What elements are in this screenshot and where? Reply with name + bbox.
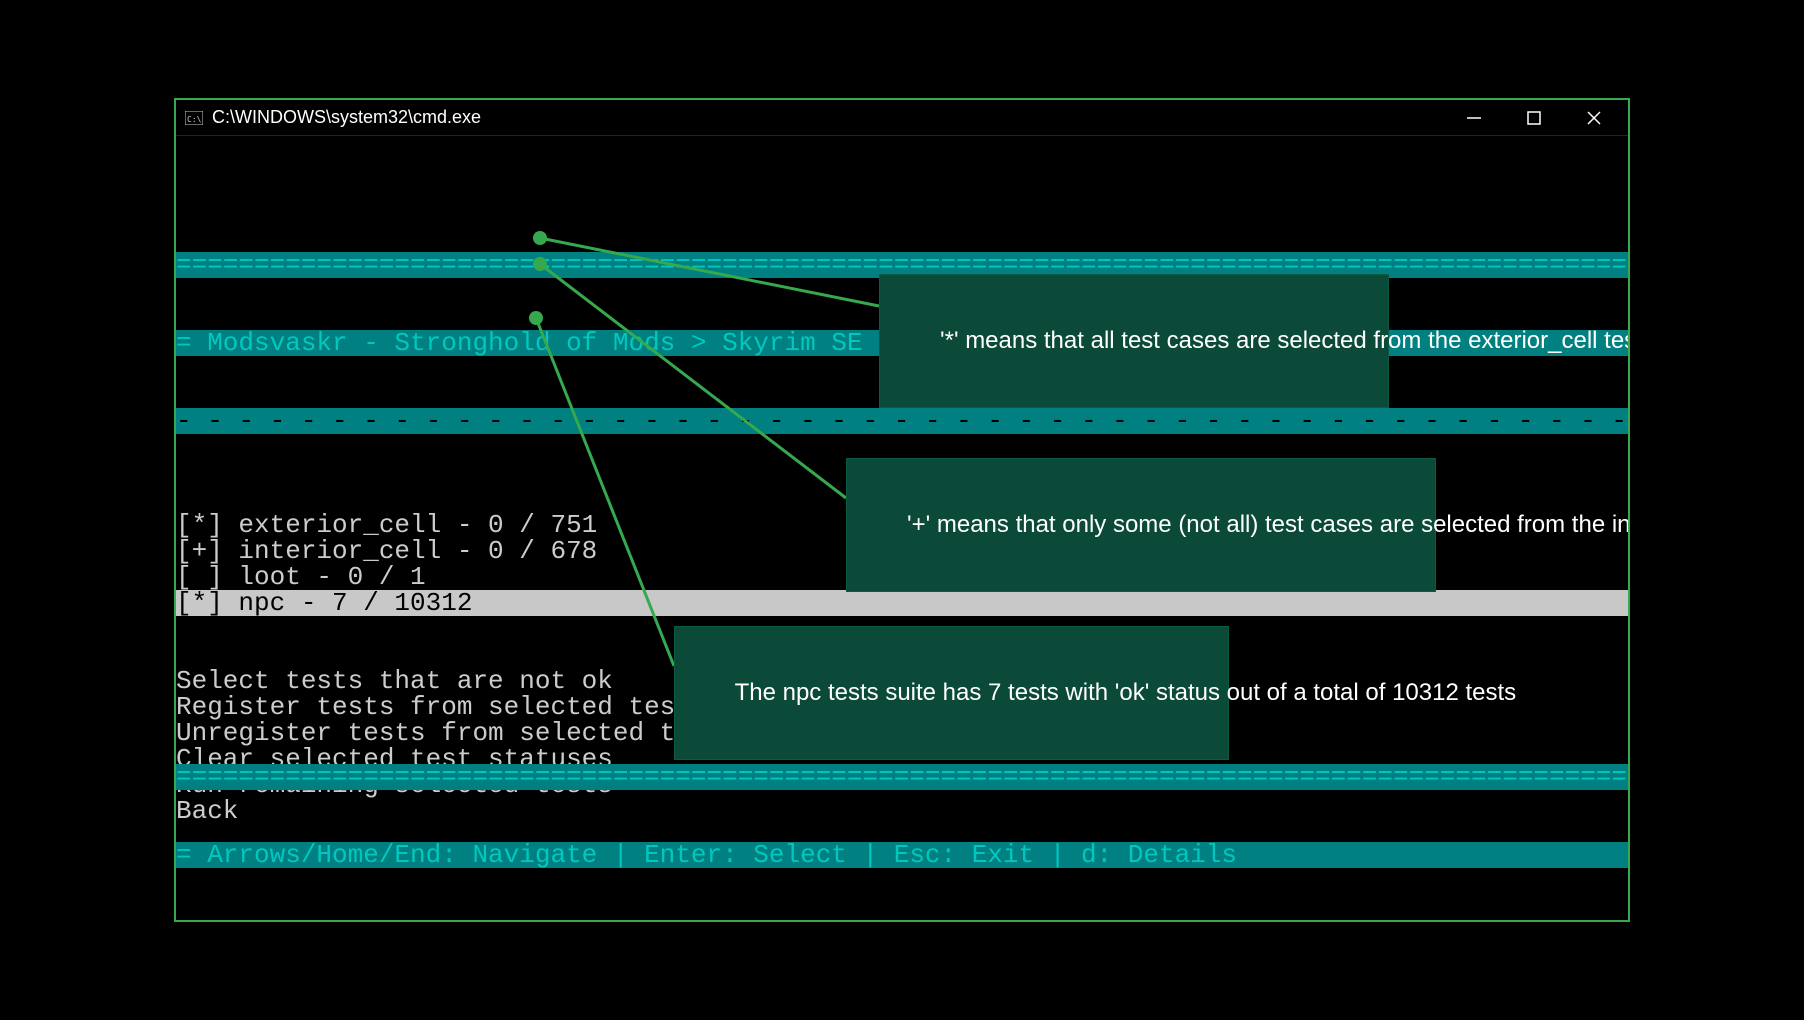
app-window: C:\ C:\WINDOWS\system32\cmd.exe ========… xyxy=(174,98,1630,922)
close-button[interactable] xyxy=(1564,102,1624,134)
window-controls xyxy=(1444,102,1624,134)
callout-text: The npc tests suite has 7 tests with 'ok… xyxy=(735,679,1517,706)
maximize-icon xyxy=(1527,111,1541,125)
minimize-icon xyxy=(1467,111,1481,125)
callout-text: '*' means that all test cases are select… xyxy=(940,327,1628,354)
maximize-button[interactable] xyxy=(1504,102,1564,134)
callout-plus: '+' means that only some (not all) test … xyxy=(846,458,1436,592)
terminal-area[interactable]: ========================================… xyxy=(176,136,1628,920)
dot-npc xyxy=(529,311,543,325)
close-icon xyxy=(1587,111,1601,125)
titlebar[interactable]: C:\ C:\WINDOWS\system32\cmd.exe xyxy=(176,100,1628,136)
dash-rule: - - - - - - - - - - - - - - - - - - - - … xyxy=(176,408,1628,434)
footer-rule: ========================================… xyxy=(176,764,1628,790)
minimize-button[interactable] xyxy=(1444,102,1504,134)
svg-text:C:\: C:\ xyxy=(187,115,202,124)
suite-line-npc[interactable]: [*] npc - 7 / 10312 xyxy=(176,590,1628,616)
window-title: C:\WINDOWS\system32\cmd.exe xyxy=(212,107,1444,128)
dot-exterior xyxy=(533,231,547,245)
cmd-icon: C:\ xyxy=(184,108,204,128)
spacer xyxy=(176,188,1628,200)
callout-asterisk: '*' means that all test cases are select… xyxy=(879,274,1389,408)
callout-npc: The npc tests suite has 7 tests with 'ok… xyxy=(674,626,1229,760)
footer-help: = Arrows/Home/End: Navigate | Enter: Sel… xyxy=(176,842,1628,868)
dot-interior xyxy=(533,257,547,271)
callout-text: '+' means that only some (not all) test … xyxy=(907,511,1628,538)
